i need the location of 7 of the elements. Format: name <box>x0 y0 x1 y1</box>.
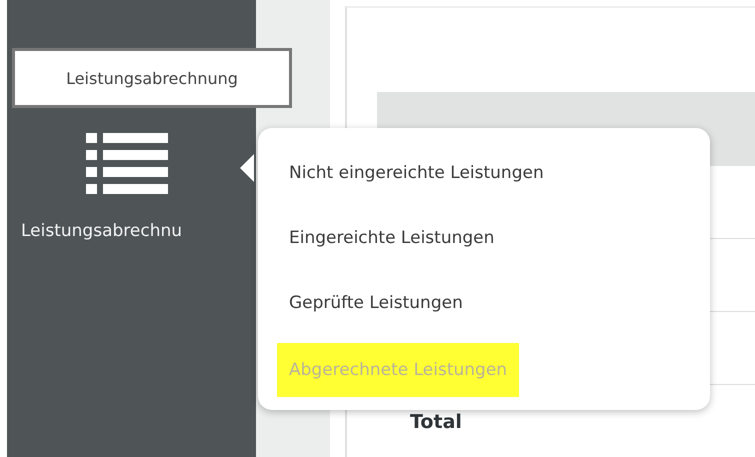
nav-item[interactable]: Leistungsabrechnu <box>7 133 256 241</box>
menu-item[interactable]: Nicht eingereichte Leistungen <box>289 156 710 213</box>
list-icon <box>86 133 168 195</box>
menu-item[interactable]: Eingereichte Leistungen <box>289 221 710 278</box>
menu-item[interactable]: Geprüfte Leistungen <box>289 286 710 343</box>
tooltip: Leistungsabrechnung <box>12 48 292 108</box>
total-label: Total <box>410 411 463 433</box>
